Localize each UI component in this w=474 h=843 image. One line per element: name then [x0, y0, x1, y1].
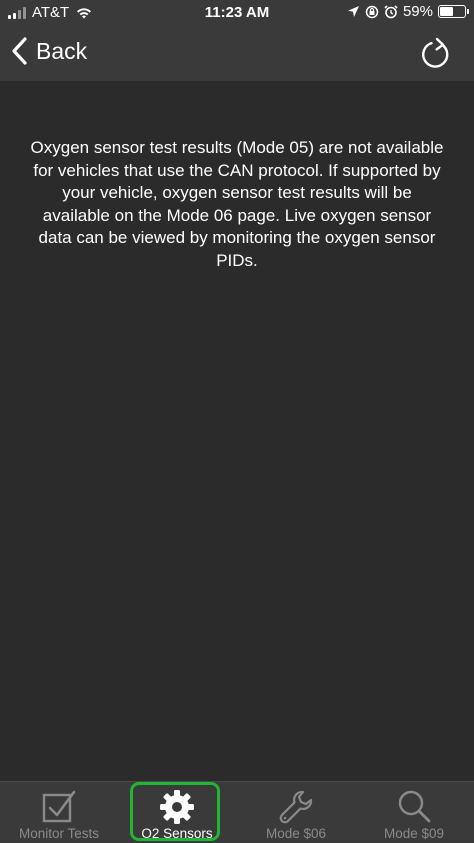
tab-mode-06[interactable]: Mode $06 [237, 782, 355, 843]
tab-o2-sensors[interactable]: O2 Sensors [118, 782, 236, 843]
back-label: Back [36, 37, 88, 64]
screen: AT&T 11:23 AM 59% Back Oxygen sensor tes… [0, 0, 474, 843]
orientation-lock-icon [365, 5, 379, 18]
back-button[interactable]: Back [10, 36, 87, 66]
tab-label-monitor-tests: Monitor Tests [18, 826, 100, 841]
wrench-icon [279, 790, 313, 824]
tab-label-o2-sensors: O2 Sensors [141, 826, 213, 841]
checkbox-icon [42, 790, 76, 823]
gear-icon [160, 790, 194, 824]
battery-icon [438, 5, 469, 18]
status-right: 59% [347, 3, 469, 20]
magnifier-icon [398, 790, 431, 823]
tab-label-mode-06: Mode $06 [265, 826, 327, 841]
chevron-left-icon [12, 37, 27, 65]
content-area: Oxygen sensor test results (Mode 05) are… [0, 81, 474, 781]
tab-bar: Monitor Tests O2 Sensors Mode $06 Mode $… [0, 781, 474, 843]
tab-monitor-tests[interactable]: Monitor Tests [0, 782, 118, 843]
tab-mode-09[interactable]: Mode $09 [355, 782, 473, 843]
refresh-icon[interactable] [418, 36, 454, 72]
location-arrow-icon [347, 6, 359, 17]
battery-percent: 59% [402, 3, 433, 20]
navigation-bar: Back [0, 26, 474, 81]
tab-label-mode-09: Mode $09 [383, 826, 445, 841]
battery-fill [440, 7, 453, 16]
alarm-icon [384, 4, 398, 18]
info-message: Oxygen sensor test results (Mode 05) are… [30, 138, 444, 270]
status-bar: AT&T 11:23 AM 59% [0, 0, 474, 26]
